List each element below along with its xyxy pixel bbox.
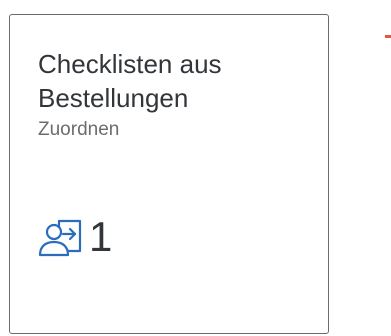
tile-kpi: 1: [37, 213, 112, 261]
tile-kpi-value: 1: [89, 213, 113, 260]
assign-person-icon: [37, 215, 83, 259]
launchpad-area: Checklisten aus Bestellungen Zuordnen 1: [0, 0, 391, 336]
corner-mark: [385, 35, 391, 38]
checklist-tile[interactable]: Checklisten aus Bestellungen Zuordnen 1: [9, 14, 329, 334]
tile-subtitle: Zuordnen: [38, 119, 120, 140]
tile-title: Checklisten aus Bestellungen: [38, 49, 222, 113]
